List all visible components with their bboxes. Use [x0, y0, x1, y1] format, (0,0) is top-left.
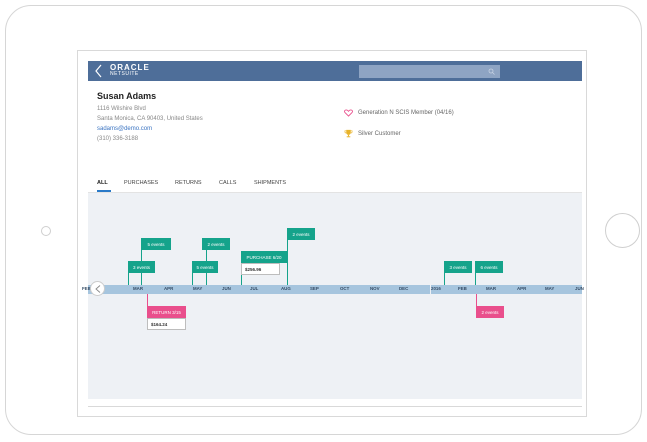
tier-text: Silver Customer	[358, 130, 401, 137]
timeline-panel[interactable]: FEB MAR APR MAY JUN JUL AUG SEP OCT NOV …	[82, 193, 584, 399]
purchase-event-flag[interactable]: PURCHASE 6/20	[241, 251, 287, 263]
netsuite-logo: ORACLE NETSUITE	[110, 64, 150, 78]
month-label: JUL	[250, 286, 259, 291]
tab-returns[interactable]: RETURNS	[175, 180, 202, 186]
event-flag[interactable]: 3 events	[128, 261, 155, 273]
event-stem	[192, 273, 193, 285]
tab-calls[interactable]: CALLS	[219, 180, 236, 186]
bottom-divider	[88, 406, 582, 407]
back-icon[interactable]	[93, 64, 105, 78]
event-flag[interactable]: 3 events	[444, 261, 472, 273]
month-label: NOV	[370, 286, 380, 291]
tab-shipments[interactable]: SHIPMENTS	[254, 180, 286, 186]
home-button[interactable]	[605, 213, 640, 248]
month-label: MAR	[486, 286, 496, 291]
customer-name: Susan Adams	[97, 91, 157, 101]
event-stem	[147, 294, 148, 306]
top-bar: ORACLE NETSUITE	[88, 61, 582, 81]
tier-badge: Silver Customer	[344, 129, 401, 138]
month-label: AUG	[281, 286, 291, 291]
tab-purchases[interactable]: PURCHASES	[124, 180, 158, 186]
month-label: MAY	[193, 286, 203, 291]
event-flag[interactable]: 6 events	[475, 261, 503, 273]
email-link[interactable]: sadams@demo.com	[97, 126, 152, 132]
event-stem	[128, 273, 129, 285]
timeline-prev-button[interactable]	[90, 281, 105, 296]
search-icon	[488, 68, 495, 75]
month-label: FEB	[458, 286, 467, 291]
event-stem	[287, 240, 288, 285]
event-stem	[444, 273, 445, 285]
tab-all[interactable]: ALL	[97, 180, 108, 186]
camera-icon	[41, 226, 51, 236]
event-flag[interactable]: 2 events	[287, 228, 315, 240]
tablet-frame: ORACLE NETSUITE Susan Adams 1116 Wilshir…	[5, 5, 642, 435]
year-divider	[430, 285, 431, 294]
address-line-2: Santa Monica, CA 90403, United States	[97, 116, 203, 122]
event-stem	[476, 294, 477, 306]
heart-icon	[344, 109, 353, 117]
phone-number: (310) 336-3188	[97, 136, 139, 142]
search-input[interactable]	[359, 65, 500, 78]
month-label: SEP	[310, 286, 319, 291]
event-flag[interactable]: 5 events	[192, 261, 218, 273]
month-label: JUN	[575, 286, 584, 291]
return-event-flag[interactable]: RETURN 3/15	[147, 306, 186, 318]
event-flag[interactable]: 2 events	[476, 306, 504, 318]
month-label: MAY	[545, 286, 555, 291]
app-screen: ORACLE NETSUITE Susan Adams 1116 Wilshir…	[77, 50, 587, 417]
purchase-amount: $256.96	[241, 263, 280, 275]
event-flag[interactable]: 5 events	[141, 238, 171, 250]
logo-bottom-text: NETSUITE	[110, 71, 139, 77]
event-flag[interactable]: 2 events	[202, 238, 230, 250]
address-line-1: 1116 Wilshire Blvd	[97, 106, 146, 112]
month-label: APR	[164, 286, 174, 291]
timeline-axis: FEB MAR APR MAY JUN JUL AUG SEP OCT NOV …	[82, 285, 584, 294]
year-label: 2016	[431, 286, 441, 291]
month-label: JUN	[222, 286, 231, 291]
membership-badge: Generation N SCIS Member (04/16)	[344, 109, 454, 117]
membership-text: Generation N SCIS Member (04/16)	[358, 110, 454, 116]
return-amount: $164.24	[147, 318, 186, 330]
logo-top-text: ORACLE	[110, 63, 150, 72]
event-stem	[475, 273, 476, 285]
month-label: APR	[517, 286, 527, 291]
chevron-left-icon	[95, 285, 101, 293]
month-label: DEC	[399, 286, 409, 291]
month-label: OCT	[340, 286, 350, 291]
trophy-icon	[344, 129, 353, 138]
month-label: MAR	[133, 286, 143, 291]
